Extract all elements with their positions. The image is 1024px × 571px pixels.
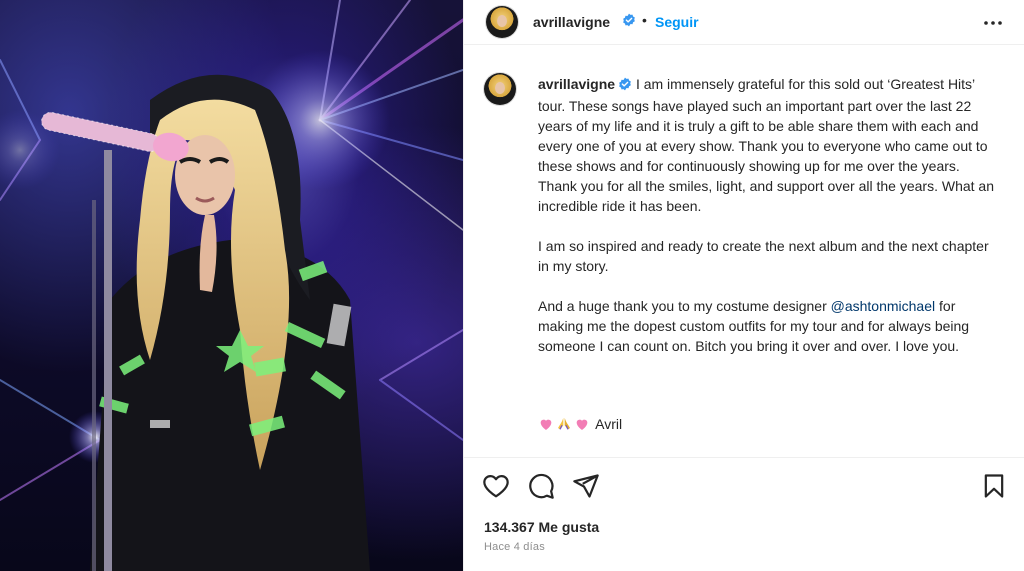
caption-avatar[interactable] bbox=[484, 73, 516, 105]
separator-dot: • bbox=[642, 12, 647, 28]
caption-paragraph-3: And a huge thank you to my costume desig… bbox=[538, 296, 998, 356]
pink-heart-icon bbox=[574, 416, 590, 435]
action-bar bbox=[464, 466, 1024, 506]
concert-photo-illustration bbox=[0, 0, 463, 571]
post-side-panel: avrillavigne • Seguir avrillavigne I am … bbox=[464, 0, 1024, 571]
bookmark-icon[interactable] bbox=[980, 472, 1008, 505]
verified-badge-icon bbox=[622, 13, 636, 32]
caption-paragraph-1: avrillavigne I am immensely grateful for… bbox=[538, 74, 998, 216]
caption-signature: Avril bbox=[538, 416, 622, 435]
likes-count[interactable]: 134.367 Me gusta bbox=[484, 519, 599, 535]
more-options-icon[interactable] bbox=[981, 11, 1005, 40]
post-image[interactable] bbox=[0, 0, 463, 571]
signature-text: Avril bbox=[595, 416, 623, 432]
caption-paragraph-2: I am so inspired and ready to create the… bbox=[538, 238, 989, 274]
comment-icon[interactable] bbox=[527, 472, 555, 505]
instagram-post: avrillavigne • Seguir avrillavigne I am … bbox=[0, 0, 1024, 571]
caption-body-1: I am immensely grateful for this sold ou… bbox=[538, 76, 995, 214]
post-timestamp[interactable]: Hace 4 días bbox=[484, 541, 545, 553]
caption-text: avrillavigne I am immensely grateful for… bbox=[538, 74, 998, 376]
caption-body-3a: And a huge thank you to my costume desig… bbox=[538, 298, 831, 314]
verified-badge-icon bbox=[618, 76, 632, 96]
header-username[interactable]: avrillavigne bbox=[533, 14, 610, 30]
heart-icon[interactable] bbox=[482, 472, 510, 505]
post-header: avrillavigne • Seguir bbox=[464, 0, 1024, 45]
caption-username[interactable]: avrillavigne bbox=[538, 76, 615, 92]
paper-plane-icon[interactable] bbox=[572, 472, 600, 505]
praying-hands-icon bbox=[556, 416, 572, 435]
avatar[interactable] bbox=[486, 6, 518, 38]
mention-link[interactable]: @ashtonmichael bbox=[831, 298, 936, 314]
pink-heart-icon bbox=[538, 416, 554, 435]
follow-button[interactable]: Seguir bbox=[655, 14, 699, 30]
